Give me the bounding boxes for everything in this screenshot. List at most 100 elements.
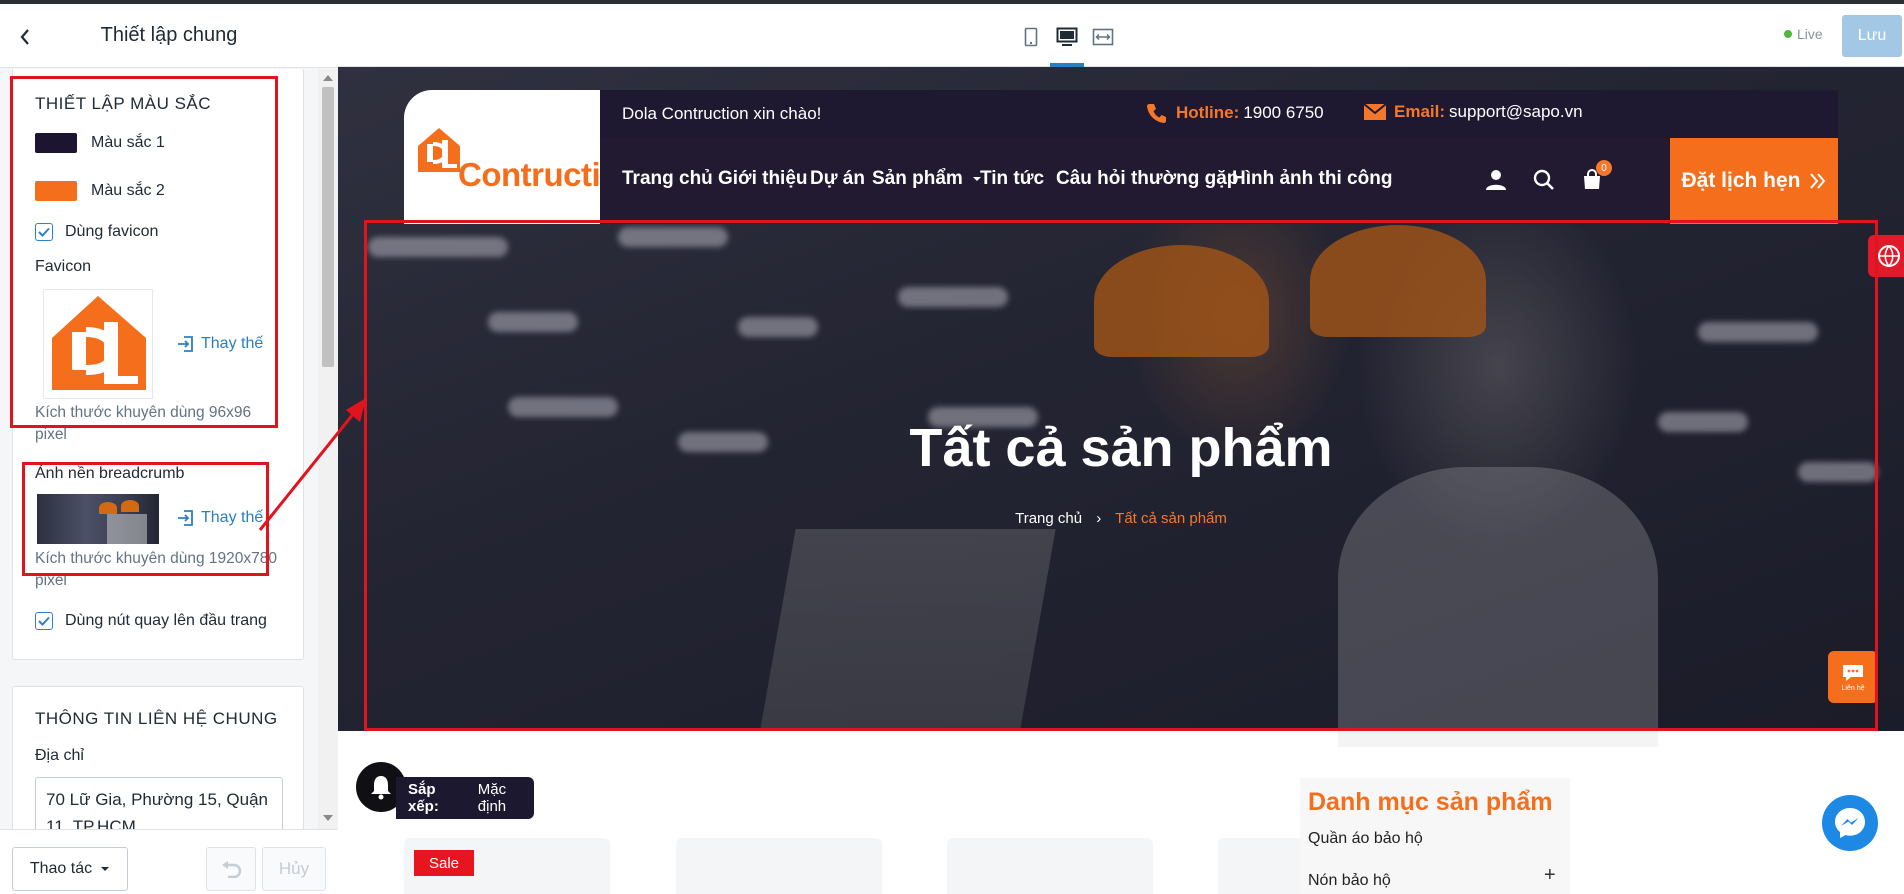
breadcrumb-replace-button[interactable]: Thay thế — [177, 509, 263, 527]
favicon-replace-label: Thay thế — [201, 335, 264, 352]
category-item[interactable]: Nón bảo hộ — [1308, 872, 1391, 890]
save-button[interactable]: Lưu — [1842, 15, 1902, 57]
caret-down-icon — [101, 867, 110, 871]
undo-button[interactable] — [206, 847, 256, 891]
panel-scrollbar[interactable] — [318, 69, 338, 829]
use-favicon-checkbox[interactable]: Dùng favicon — [35, 223, 158, 241]
color1-swatch[interactable] — [35, 133, 77, 153]
phone-icon — [1147, 104, 1166, 123]
checkbox-checked[interactable] — [35, 612, 53, 630]
messenger-button[interactable] — [1822, 795, 1878, 851]
sort-dropdown[interactable]: Sắp xếp: Mặc định — [396, 777, 534, 819]
live-label: Live — [1797, 26, 1823, 42]
fullwidth-view-button[interactable] — [1088, 22, 1118, 52]
product-card[interactable]: Sale — [404, 838, 610, 894]
category-item[interactable]: Quần áo bảo hộ — [1308, 830, 1423, 848]
section-heading: THÔNG TIN LIÊN HỆ CHUNG — [35, 709, 278, 728]
undo-icon — [222, 861, 242, 878]
hero-title: Tất cả sản phẩm — [909, 418, 1333, 478]
color2-swatch[interactable] — [35, 181, 77, 201]
account-button[interactable] — [1482, 166, 1510, 194]
address-label: Địa chỉ — [35, 747, 84, 764]
editor-toolbar: Live Lưu — [338, 4, 1904, 67]
color2-label: Màu sắc 2 — [91, 182, 165, 199]
color2-setting[interactable]: Màu sắc 2 — [35, 181, 165, 201]
double-chevron-right-icon — [1809, 173, 1825, 189]
globe-icon — [1878, 245, 1900, 267]
favicon-logo-image — [52, 296, 146, 390]
breadcrumb-home-link[interactable]: Trang chủ — [1015, 510, 1082, 527]
language-button[interactable] — [1868, 235, 1904, 277]
hotline-label: Hotline: — [1176, 103, 1240, 122]
live-dot-icon — [1784, 30, 1792, 38]
user-icon — [1486, 170, 1506, 190]
mail-icon — [1364, 104, 1386, 120]
back-to-top-checkbox[interactable]: Dùng nút quay lên đầu trang — [35, 612, 267, 630]
site-navbar: Trang chủ Giới thiệu Dự án Sản phẩm Tin … — [600, 138, 1838, 224]
favicon-replace-button[interactable]: Thay thế — [177, 335, 263, 353]
sale-badge: Sale — [414, 850, 474, 876]
site-logo[interactable]: Contruction — [404, 90, 640, 224]
scroll-thumb[interactable] — [322, 87, 334, 367]
actions-label: Thao tác — [29, 860, 93, 877]
search-icon — [1533, 169, 1554, 190]
mobile-view-button[interactable] — [1016, 22, 1046, 52]
contact-settings-card: THÔNG TIN LIÊN HỆ CHUNG Địa chỉ 70 Lữ Gi… — [12, 686, 304, 829]
email-label: Email: — [1394, 102, 1446, 121]
messenger-icon — [1835, 808, 1865, 838]
breadcrumb: Trang chủ › Tất cả sản phẩm — [338, 510, 1904, 527]
check-icon — [38, 227, 50, 237]
product-card[interactable] — [947, 838, 1153, 894]
fullwidth-icon — [1092, 28, 1114, 46]
breadcrumb-replace-label: Thay thế — [201, 509, 264, 526]
expand-plus-icon[interactable]: + — [1544, 864, 1556, 887]
logo-mark-icon — [418, 128, 460, 172]
breadcrumb-bg-thumbnail — [37, 494, 159, 544]
app-window: Thiết lập chung THIẾT LẬP MÀU SẮC Màu sắ… — [0, 0, 1904, 894]
replace-icon — [178, 510, 193, 526]
actions-dropdown-button[interactable]: Thao tác — [12, 847, 128, 891]
nav-item-products[interactable]: Sản phẩm — [872, 168, 982, 190]
nav-item-faq[interactable]: Câu hỏi thường gặp — [1056, 168, 1238, 190]
favicon-preview — [43, 289, 153, 399]
contact-float-button[interactable]: Liên hệ — [1828, 651, 1878, 703]
address-textarea[interactable]: 70 Lữ Gia, Phường 15, Quận 11, TP.HCM — [35, 777, 283, 829]
desktop-view-button[interactable] — [1052, 22, 1082, 52]
site-preview[interactable]: Tất cả sản phẩm Trang chủ › Tất cả sản p… — [338, 67, 1904, 894]
hotline-value: 1900 6750 — [1243, 103, 1324, 122]
replace-icon — [178, 336, 193, 352]
nav-menu: Trang chủ Giới thiệu Dự án Sản phẩm Tin … — [600, 138, 1420, 224]
nav-item-gallery[interactable]: Hình ảnh thi công — [1232, 168, 1392, 190]
color-settings-card: THIẾT LẬP MÀU SẮC Màu sắc 1 Màu sắc 2 Dù… — [12, 69, 304, 660]
search-button[interactable] — [1530, 166, 1558, 194]
email[interactable]: Email: support@sapo.vn — [1364, 102, 1583, 122]
hotline[interactable]: Hotline: 1900 6750 — [1146, 102, 1324, 124]
nav-item-products-label: Sản phẩm — [872, 168, 963, 189]
email-value: support@sapo.vn — [1449, 102, 1583, 121]
nav-item-home[interactable]: Trang chủ — [622, 168, 713, 190]
appointment-label: Đặt lịch hẹn — [1681, 169, 1801, 192]
color1-setting[interactable]: Màu sắc 1 — [35, 133, 165, 153]
appointment-button[interactable]: Đặt lịch hẹn — [1670, 138, 1838, 224]
favicon-label: Favicon — [35, 258, 92, 275]
cancel-button[interactable]: Hủy — [262, 847, 326, 891]
site-topbar: Dola Contruction xin chào! Hotline: 1900… — [600, 90, 1838, 138]
thumb-helmet — [99, 502, 117, 514]
back-to-top-label: Dùng nút quay lên đầu trang — [65, 612, 267, 629]
nav-item-news[interactable]: Tin tức — [980, 168, 1044, 190]
panel-scroll-area[interactable]: THIẾT LẬP MÀU SẮC Màu sắc 1 Màu sắc 2 Dù… — [0, 69, 338, 829]
favicon-size-hint: Kích thước khuyên dùng 96x96 pixel — [35, 404, 252, 443]
nav-item-about[interactable]: Giới thiệu — [718, 168, 808, 190]
scroll-down-arrow[interactable] — [323, 815, 333, 821]
scroll-up-arrow[interactable] — [323, 75, 333, 81]
cart-button[interactable]: 0 — [1578, 160, 1612, 194]
chat-icon — [1843, 664, 1863, 681]
panel-footer: Thao tác Hủy — [0, 829, 338, 894]
checkbox-checked[interactable] — [35, 223, 53, 241]
check-icon — [38, 616, 50, 626]
sort-label: Sắp xếp: — [408, 781, 439, 815]
nav-item-projects[interactable]: Dự án — [810, 168, 865, 190]
panel-header: Thiết lập chung — [0, 4, 338, 68]
product-card[interactable] — [676, 838, 882, 894]
category-title: Danh mục sản phẩm — [1308, 788, 1553, 816]
